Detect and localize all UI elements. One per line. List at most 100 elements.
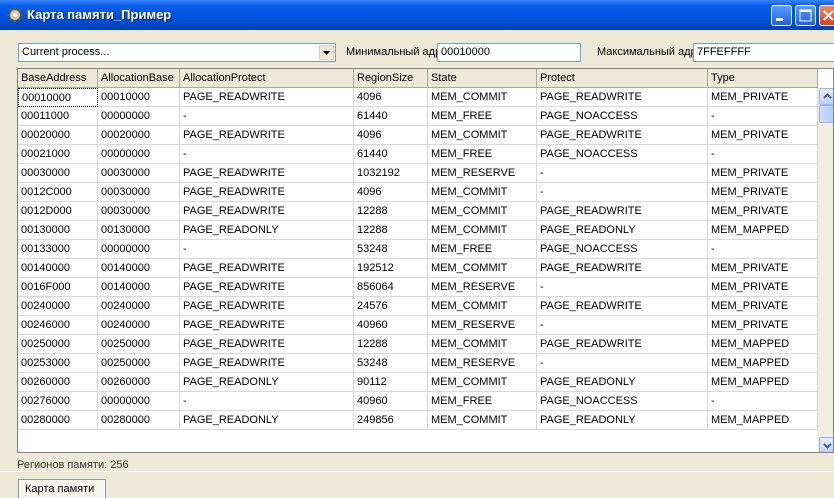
table-row[interactable]: 0016F000 00140000 PAGE_READWRITE 856064 MEM_… xyxy=(18,278,818,297)
table-row[interactable]: 00253000 00250000 PAGE_READWRITE 53248 MEM_R… xyxy=(18,354,818,373)
cell-allocation-protect[interactable]: PAGE_READWRITE xyxy=(180,183,354,202)
cell-allocation-base[interactable]: 00250000 xyxy=(98,335,180,354)
cell-base-address[interactable]: 00280000 xyxy=(18,411,98,430)
cell-protect[interactable]: PAGE_READWRITE xyxy=(537,259,708,278)
cell-protect[interactable]: PAGE_READONLY xyxy=(537,221,708,240)
cell-base-address[interactable]: 00140000 xyxy=(18,259,98,278)
cell-type[interactable]: - xyxy=(708,145,818,164)
cell-type[interactable]: - xyxy=(708,107,818,126)
cell-state[interactable]: MEM_COMMIT xyxy=(428,126,537,145)
cell-allocation-protect[interactable]: - xyxy=(180,145,354,164)
cell-type[interactable]: MEM_MAPPED xyxy=(708,373,818,392)
cell-type[interactable]: MEM_PRIVATE xyxy=(708,316,818,335)
cell-allocation-base[interactable]: 00030000 xyxy=(98,202,180,221)
cell-type[interactable]: - xyxy=(708,392,818,411)
cell-state[interactable]: MEM_COMMIT xyxy=(428,183,537,202)
cell-protect[interactable]: PAGE_NOACCESS xyxy=(537,107,708,126)
cell-allocation-base[interactable]: 00240000 xyxy=(98,316,180,335)
cell-type[interactable]: MEM_PRIVATE xyxy=(708,202,818,221)
column-header-protect[interactable]: Protect xyxy=(537,69,708,88)
table-row[interactable]: 00240000 00240000 PAGE_READWRITE 24576 MEM_C… xyxy=(18,297,818,316)
cell-type[interactable]: MEM_PRIVATE xyxy=(708,259,818,278)
cell-region-size[interactable]: 12288 xyxy=(354,221,428,240)
table-row[interactable]: 00280000 00280000 PAGE_READONLY 249856 MEM_C… xyxy=(18,411,818,430)
cell-region-size[interactable]: 53248 xyxy=(354,354,428,373)
cell-base-address[interactable]: 00133000 xyxy=(18,240,98,259)
cell-state[interactable]: MEM_COMMIT xyxy=(428,373,537,392)
cell-allocation-base[interactable]: 00010000 xyxy=(98,88,180,107)
cell-type[interactable]: MEM_MAPPED xyxy=(708,354,818,373)
cell-region-size[interactable]: 61440 xyxy=(354,107,428,126)
cell-state[interactable]: MEM_RESERVE xyxy=(428,354,537,373)
cell-allocation-protect[interactable]: PAGE_READWRITE xyxy=(180,126,354,145)
cell-allocation-protect[interactable]: PAGE_READONLY xyxy=(180,411,354,430)
column-header-base-address[interactable]: BaseAddress xyxy=(18,69,98,88)
cell-allocation-protect[interactable]: - xyxy=(180,240,354,259)
table-row[interactable]: 0012C000 00030000 PAGE_READWRITE 4096 MEM_CO… xyxy=(18,183,818,202)
cell-protect[interactable]: PAGE_NOACCESS xyxy=(537,240,708,259)
column-header-allocation-base[interactable]: AllocationBase xyxy=(98,69,180,88)
table-row[interactable]: 00246000 00240000 PAGE_READWRITE 40960 MEM_R… xyxy=(18,316,818,335)
cell-allocation-protect[interactable]: PAGE_READWRITE xyxy=(180,354,354,373)
cell-state[interactable]: MEM_RESERVE xyxy=(428,164,537,183)
cell-protect[interactable]: PAGE_READWRITE xyxy=(537,297,708,316)
cell-allocation-base[interactable]: 00130000 xyxy=(98,221,180,240)
cell-protect[interactable]: PAGE_READWRITE xyxy=(537,88,708,107)
cell-region-size[interactable]: 24576 xyxy=(354,297,428,316)
cell-state[interactable]: MEM_FREE xyxy=(428,107,537,126)
cell-base-address[interactable]: 00240000 xyxy=(18,297,98,316)
cell-protect[interactable]: - xyxy=(537,278,708,297)
cell-type[interactable]: MEM_MAPPED xyxy=(708,411,818,430)
cell-allocation-protect[interactable]: PAGE_READWRITE xyxy=(180,316,354,335)
cell-region-size[interactable]: 61440 xyxy=(354,145,428,164)
cell-region-size[interactable]: 249856 xyxy=(354,411,428,430)
column-header-allocation-protect[interactable]: AllocationProtect xyxy=(180,69,354,88)
cell-protect[interactable]: PAGE_READONLY xyxy=(537,411,708,430)
vertical-scrollbar[interactable] xyxy=(818,88,833,452)
cell-base-address[interactable]: 00253000 xyxy=(18,354,98,373)
cell-protect[interactable]: PAGE_READONLY xyxy=(537,373,708,392)
table-row[interactable]: 0012D000 00030000 PAGE_READWRITE 12288 MEM_C… xyxy=(18,202,818,221)
minimize-button[interactable] xyxy=(771,5,792,26)
cell-region-size[interactable]: 40960 xyxy=(354,316,428,335)
cell-base-address[interactable]: 00246000 xyxy=(18,316,98,335)
cell-allocation-base[interactable]: 00030000 xyxy=(98,183,180,202)
cell-allocation-protect[interactable]: PAGE_READONLY xyxy=(180,373,354,392)
table-row[interactable]: 00030000 00030000 PAGE_READWRITE 1032192 MEM… xyxy=(18,164,818,183)
table-row[interactable]: 00020000 00020000 PAGE_READWRITE 4096 MEM_CO… xyxy=(18,126,818,145)
cell-type[interactable]: - xyxy=(708,240,818,259)
memory-regions-table[interactable]: BaseAddress AllocationBase AllocationProte… xyxy=(17,68,834,453)
close-button[interactable] xyxy=(819,5,834,26)
cell-type[interactable]: MEM_PRIVATE xyxy=(708,126,818,145)
cell-allocation-protect[interactable]: PAGE_READWRITE xyxy=(180,88,354,107)
cell-allocation-base[interactable]: 00240000 xyxy=(98,297,180,316)
cell-allocation-base[interactable]: 00000000 xyxy=(98,145,180,164)
cell-type[interactable]: MEM_PRIVATE xyxy=(708,183,818,202)
column-header-type[interactable]: Type xyxy=(708,69,818,88)
cell-allocation-base[interactable]: 00000000 xyxy=(98,107,180,126)
cell-base-address[interactable]: 0012D000 xyxy=(18,202,98,221)
cell-protect[interactable]: - xyxy=(537,316,708,335)
cell-allocation-protect[interactable]: - xyxy=(180,392,354,411)
table-row[interactable]: 00260000 00260000 PAGE_READONLY 90112 MEM_CO… xyxy=(18,373,818,392)
cell-protect[interactable]: - xyxy=(537,164,708,183)
cell-state[interactable]: MEM_RESERVE xyxy=(428,278,537,297)
cell-type[interactable]: MEM_PRIVATE xyxy=(708,164,818,183)
table-row[interactable]: 00140000 00140000 PAGE_READWRITE 192512 MEM_… xyxy=(18,259,818,278)
tab-memory-map[interactable]: Карта памяти xyxy=(18,479,106,498)
cell-type[interactable]: MEM_PRIVATE xyxy=(708,297,818,316)
cell-region-size[interactable]: 90112 xyxy=(354,373,428,392)
cell-base-address[interactable]: 0012C000 xyxy=(18,183,98,202)
cell-state[interactable]: MEM_COMMIT xyxy=(428,411,537,430)
maximize-button[interactable] xyxy=(795,5,816,26)
cell-allocation-base[interactable]: 00280000 xyxy=(98,411,180,430)
cell-type[interactable]: MEM_PRIVATE xyxy=(708,278,818,297)
cell-state[interactable]: MEM_FREE xyxy=(428,240,537,259)
cell-region-size[interactable]: 4096 xyxy=(354,88,428,107)
cell-protect[interactable]: PAGE_READWRITE xyxy=(537,335,708,354)
cell-protect[interactable]: PAGE_NOACCESS xyxy=(537,392,708,411)
cell-base-address[interactable]: 0016F000 xyxy=(18,278,98,297)
cell-allocation-base[interactable]: 00030000 xyxy=(98,164,180,183)
cell-allocation-protect[interactable]: PAGE_READWRITE xyxy=(180,278,354,297)
column-header-region-size[interactable]: RegionSize xyxy=(354,69,428,88)
